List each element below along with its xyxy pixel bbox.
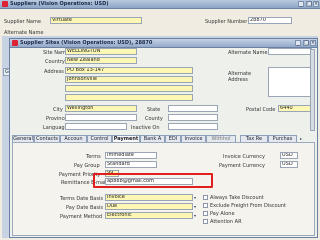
city-label: City (53, 107, 63, 113)
postal-code-label: Postal Code (246, 107, 276, 113)
exclude-freight-checkbox[interactable] (203, 203, 208, 208)
postal-code-field[interactable]: 6440 (278, 105, 312, 112)
oracle-app-icon (12, 40, 18, 46)
exclude-freight-label: Exclude Freight From Discount (210, 203, 286, 209)
always-take-discount-checkbox[interactable] (203, 195, 208, 200)
payment-method-field[interactable]: Electronic (105, 212, 193, 219)
terms-field[interactable]: Immediate (105, 152, 157, 159)
chevron-down-icon[interactable]: ▾ (194, 213, 199, 218)
invoice-currency-field[interactable]: USD (280, 152, 298, 159)
language-field[interactable] (65, 123, 127, 130)
attention-ar-label: Attention AR (210, 219, 242, 225)
suppliers-titlebar: Suppliers (Vision Operations: USD) _ □ × (0, 0, 320, 9)
attention-ar-checkbox[interactable] (203, 219, 208, 224)
supplier-sites-title: Supplier Sites (Vision Operations: USD),… (20, 40, 153, 46)
alternate-address-field[interactable] (268, 67, 312, 97)
inactive-on-label: Inactive On (131, 125, 160, 131)
supplier-sites-window: Supplier Sites (Vision Operations: USD),… (9, 38, 318, 238)
alternate-address-label: Alternate Address (228, 71, 252, 83)
address-line-2[interactable]: Johnsonville (65, 76, 193, 83)
pay-alone-checkbox[interactable] (203, 211, 208, 216)
payment-currency-label: Payment Currency (219, 163, 266, 169)
supplier-number-label: Supplier Number (205, 19, 248, 25)
chevron-down-icon[interactable]: ▾ (194, 195, 199, 200)
vertical-scrollbar[interactable] (310, 49, 315, 131)
maximize-icon[interactable]: □ (306, 1, 312, 7)
supplier-name-field[interactable]: Virtuate (50, 17, 142, 24)
county-field[interactable] (168, 114, 218, 121)
pay-group-field[interactable]: Standard (105, 161, 157, 168)
tab-scroll-right-icon[interactable]: ▸ (300, 136, 305, 141)
address-label: Address (44, 69, 64, 75)
address-line-4[interactable] (65, 94, 193, 101)
supplier-name-label: Supplier Name (4, 19, 41, 25)
city-field[interactable]: Wellington (65, 105, 137, 112)
highlight-box (93, 173, 213, 188)
province-field[interactable] (65, 114, 137, 121)
address-line-1[interactable]: PO Box 13-147 (65, 67, 193, 74)
maximize-icon[interactable]: □ (303, 40, 309, 46)
minimize-icon[interactable]: _ (295, 40, 301, 46)
payment-method-label: Payment Method (60, 214, 103, 220)
payment-currency-field[interactable]: USD (280, 161, 298, 168)
language-label: Language (43, 125, 68, 131)
pay-group-label: Pay Group (74, 163, 100, 169)
close-icon[interactable]: × (313, 1, 319, 7)
terms-label: Terms (86, 154, 101, 160)
country-field[interactable]: New Zealand (65, 57, 137, 64)
chevron-down-icon[interactable]: ▾ (194, 204, 199, 209)
suppliers-window-title: Suppliers (Vision Operations: USD) (10, 1, 109, 7)
country-label: Country (45, 59, 65, 65)
site-name-field[interactable]: WELLINGTON (65, 48, 137, 55)
county-label: County (145, 116, 163, 122)
terms-date-basis-field[interactable]: Invoice (105, 194, 193, 201)
pay-alone-label: Pay Alone (210, 211, 235, 217)
alternate-name-label: Alternate Name (228, 50, 268, 56)
invoice-currency-label: Invoice Currency (223, 154, 265, 160)
terms-date-basis-label: Terms Date Basis (60, 196, 103, 202)
supplier-number-field[interactable]: 28870 (248, 17, 292, 24)
pay-date-basis-field[interactable]: Due (105, 203, 193, 210)
close-icon[interactable]: × (310, 40, 316, 46)
pay-date-basis-label: Pay Date Basis (66, 205, 104, 211)
state-field[interactable] (168, 105, 218, 112)
address-line-3[interactable] (65, 85, 193, 92)
always-take-discount-label: Always Take Discount (210, 195, 264, 201)
alternate-name-field[interactable] (268, 48, 312, 55)
minimize-icon[interactable]: _ (298, 1, 304, 7)
state-label: State (147, 107, 161, 113)
oracle-app-icon (2, 1, 8, 7)
inactive-on-field[interactable] (168, 123, 218, 130)
supplier-sites-titlebar: Supplier Sites (Vision Operations: USD),… (10, 39, 317, 48)
payment-tab-panel (12, 142, 315, 236)
